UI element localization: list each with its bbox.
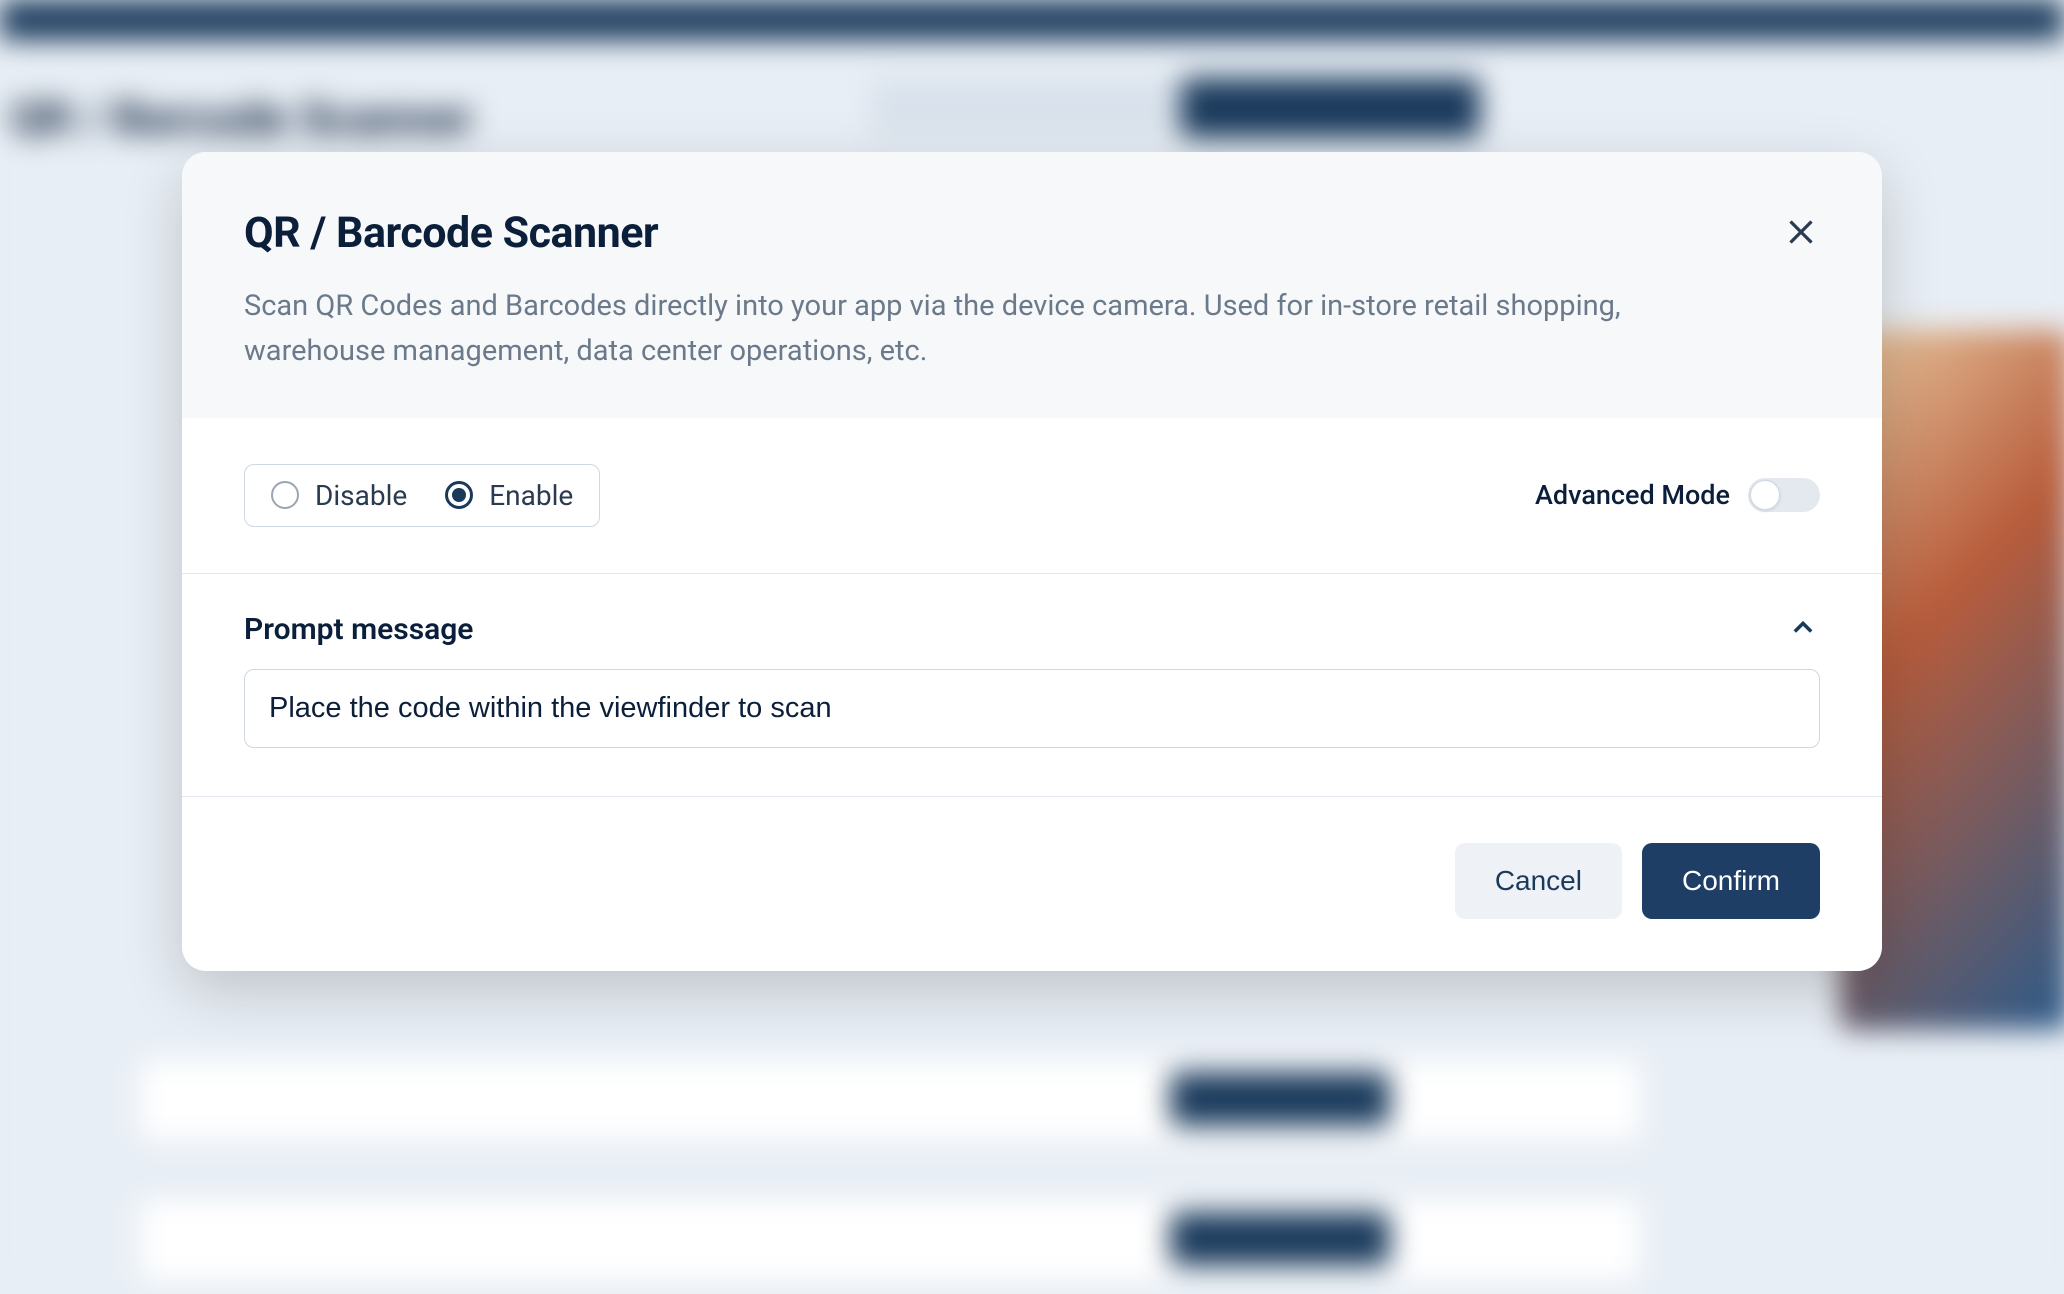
section-header: Prompt message (244, 612, 1820, 647)
modal-description: Scan QR Codes and Barcodes directly into… (244, 284, 1684, 374)
close-button[interactable] (1780, 212, 1822, 254)
collapse-button[interactable] (1786, 612, 1820, 646)
enable-disable-radio-group: Disable Enable (244, 464, 600, 527)
modal-title: QR / Barcode Scanner (244, 208, 1820, 258)
chevron-up-icon (1789, 614, 1817, 645)
radio-circle-icon (271, 481, 299, 509)
modal-overlay: QR / Barcode Scanner Scan QR Codes and B… (0, 0, 2064, 1294)
section-title: Prompt message (244, 612, 473, 647)
qr-barcode-modal: QR / Barcode Scanner Scan QR Codes and B… (182, 152, 1882, 971)
cancel-button[interactable]: Cancel (1455, 843, 1622, 919)
radio-option-enable[interactable]: Enable (445, 479, 573, 512)
radio-circle-icon (445, 481, 473, 509)
radio-label-disable: Disable (315, 479, 407, 512)
toggle-knob (1750, 480, 1780, 510)
modal-body: Disable Enable Advanced Mode Prompt (182, 418, 1882, 797)
confirm-button[interactable]: Confirm (1642, 843, 1820, 919)
prompt-message-section: Prompt message (182, 574, 1882, 797)
radio-label-enable: Enable (489, 479, 573, 512)
modal-header: QR / Barcode Scanner Scan QR Codes and B… (182, 152, 1882, 418)
controls-row: Disable Enable Advanced Mode (182, 418, 1882, 574)
advanced-mode-control: Advanced Mode (1535, 478, 1820, 512)
modal-footer: Cancel Confirm (182, 797, 1882, 971)
radio-option-disable[interactable]: Disable (271, 479, 407, 512)
close-icon (1783, 214, 1819, 253)
prompt-message-input[interactable] (244, 669, 1820, 748)
advanced-mode-label: Advanced Mode (1535, 479, 1730, 511)
advanced-mode-toggle[interactable] (1748, 478, 1820, 512)
